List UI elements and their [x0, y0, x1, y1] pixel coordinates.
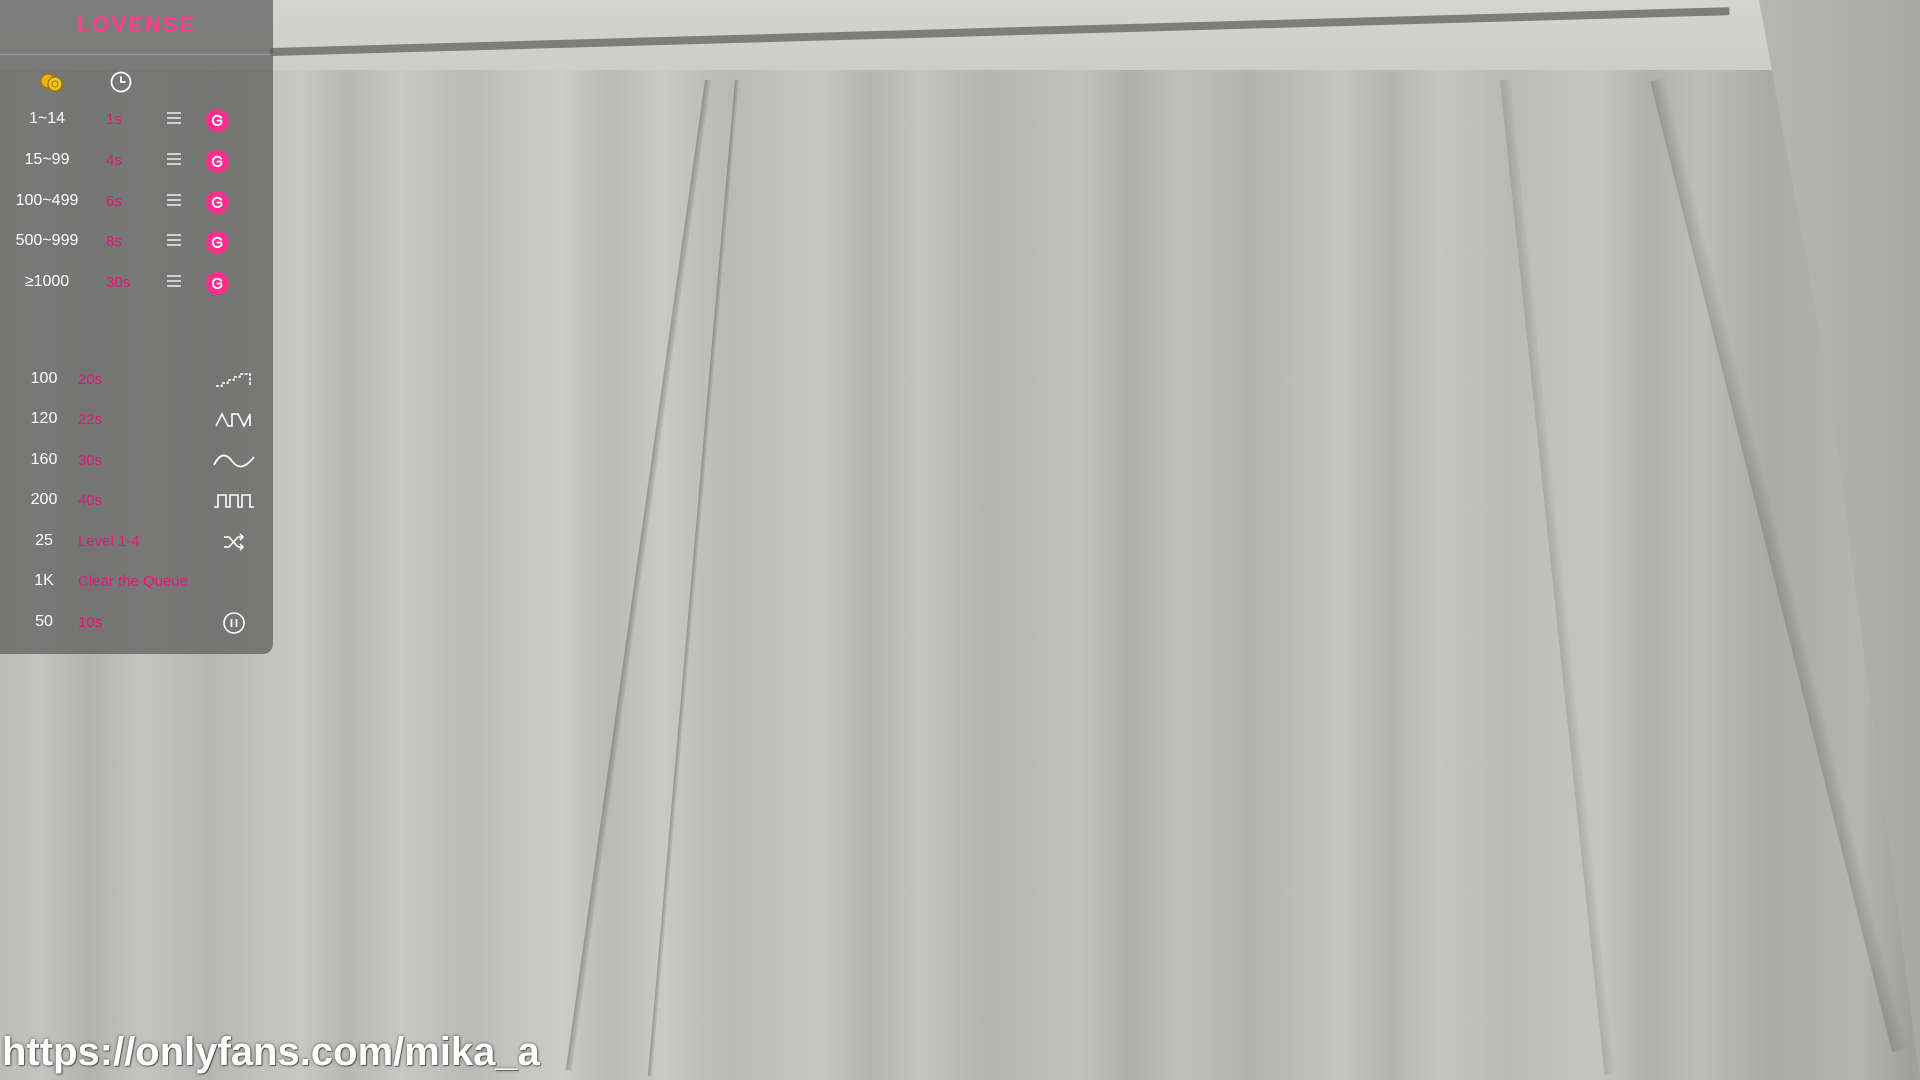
command-amount: 25 [35, 532, 53, 549]
pattern-stairs-icon [212, 368, 256, 392]
tip-duration: 8s [106, 233, 122, 250]
lovense-icon [206, 272, 229, 295]
random-icon [212, 530, 256, 554]
command-amount: 50 [35, 613, 53, 630]
tip-amount: ≥1000 [24, 273, 70, 290]
special-command-row: 50 10s [0, 603, 273, 643]
tip-amount: 15~99 [24, 151, 70, 168]
tip-level-row: 100~499 6s [0, 182, 273, 222]
tip-level-row: 1~14 1s [0, 100, 273, 140]
special-command-row: 160 30s [0, 441, 273, 481]
video-stream: LOVENSE 1~14 1s 15~99 4s 100~499 6s 500~… [0, 0, 1920, 1080]
lovense-icon [206, 109, 229, 132]
tip-amount: 1~14 [28, 110, 66, 127]
curtain [0, 70, 1920, 1080]
tip-duration: 1s [106, 111, 122, 128]
command-label: 40s [78, 492, 103, 509]
command-label: Level 1-4 [78, 533, 140, 550]
special-command-row: 200 40s [0, 481, 273, 521]
lovense-overlay-panel: LOVENSE 1~14 1s 15~99 4s 100~499 6s 500~… [0, 0, 273, 654]
tip-amount: 500~999 [15, 232, 79, 249]
lovense-logo: LOVENSE [76, 12, 197, 37]
level-bars-icon [167, 234, 181, 250]
command-label: 30s [78, 452, 103, 469]
tip-level-row: 500~999 8s [0, 222, 273, 262]
level-bars-icon [167, 275, 181, 291]
command-amount: 100 [30, 370, 58, 387]
pause-icon [212, 611, 256, 635]
command-label: 20s [78, 371, 103, 388]
divider [0, 54, 273, 55]
command-amount: 1K [34, 572, 54, 589]
pattern-square-icon [212, 489, 256, 513]
tip-level-row: 15~99 4s [0, 141, 273, 181]
tip-duration: 30s [106, 274, 131, 291]
command-label: Clear the Queue [78, 573, 189, 590]
lovense-icon [206, 231, 229, 254]
lovense-icon [206, 150, 229, 173]
special-command-row: 25 Level 1-4 [0, 522, 273, 562]
level-bars-icon [167, 112, 181, 128]
command-amount: 120 [30, 410, 58, 427]
tip-level-row: ≥1000 30s [0, 263, 273, 303]
command-amount: 200 [30, 491, 58, 508]
clock-icon[interactable] [107, 68, 135, 96]
pattern-pulse-icon [212, 408, 256, 432]
tip-amount: 100~499 [15, 192, 79, 209]
lovense-icon [206, 191, 229, 214]
special-command-row: 100 20s [0, 360, 273, 400]
tip-duration: 6s [106, 193, 122, 210]
special-command-row: 1K Clear the Queue [0, 562, 273, 602]
command-label: 10s [78, 614, 103, 631]
command-label: 22s [78, 411, 103, 428]
watermark-url: https://onlyfans.com/mika_a [2, 1030, 540, 1074]
command-amount: 160 [30, 451, 58, 468]
coins-icon[interactable] [38, 68, 66, 96]
tip-duration: 4s [106, 152, 122, 169]
level-bars-icon [167, 153, 181, 169]
special-command-row: 120 22s [0, 400, 273, 440]
pattern-wave-icon [212, 449, 256, 473]
level-bars-icon [167, 194, 181, 210]
